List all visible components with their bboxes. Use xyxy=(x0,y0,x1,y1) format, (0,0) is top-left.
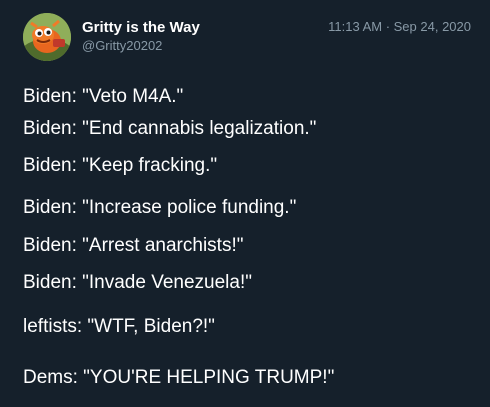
tweet-text-line: Biden: "Increase police funding." xyxy=(23,197,297,218)
tweet-text-line: Biden: "Keep fracking." xyxy=(23,155,218,176)
author-handle[interactable]: @Gritty20202 xyxy=(82,38,162,53)
tweet-text-line: leftists: "WTF, Biden?!" xyxy=(23,316,215,337)
tweet-text-line: Biden: "Invade Venezuela!" xyxy=(23,272,252,293)
tweet-text-line: Biden: "Arrest anarchists!" xyxy=(23,235,244,256)
gritty-mascot-avatar-icon xyxy=(23,13,71,61)
tweet-text-line: Biden: "End cannabis legalization." xyxy=(23,118,317,139)
author-display-name[interactable]: Gritty is the Way xyxy=(82,19,200,36)
avatar[interactable] xyxy=(23,13,71,61)
tweet-text-line: Dems: "YOU'RE HELPING TRUMP!" xyxy=(23,367,335,388)
tweet-card: Gritty is the Way @Gritty20202 11:13 AM … xyxy=(0,0,490,407)
tweet-text-line: Biden: "Veto M4A." xyxy=(23,86,184,107)
tweet-timestamp[interactable]: 11:13 AM · Sep 24, 2020 xyxy=(328,19,471,34)
